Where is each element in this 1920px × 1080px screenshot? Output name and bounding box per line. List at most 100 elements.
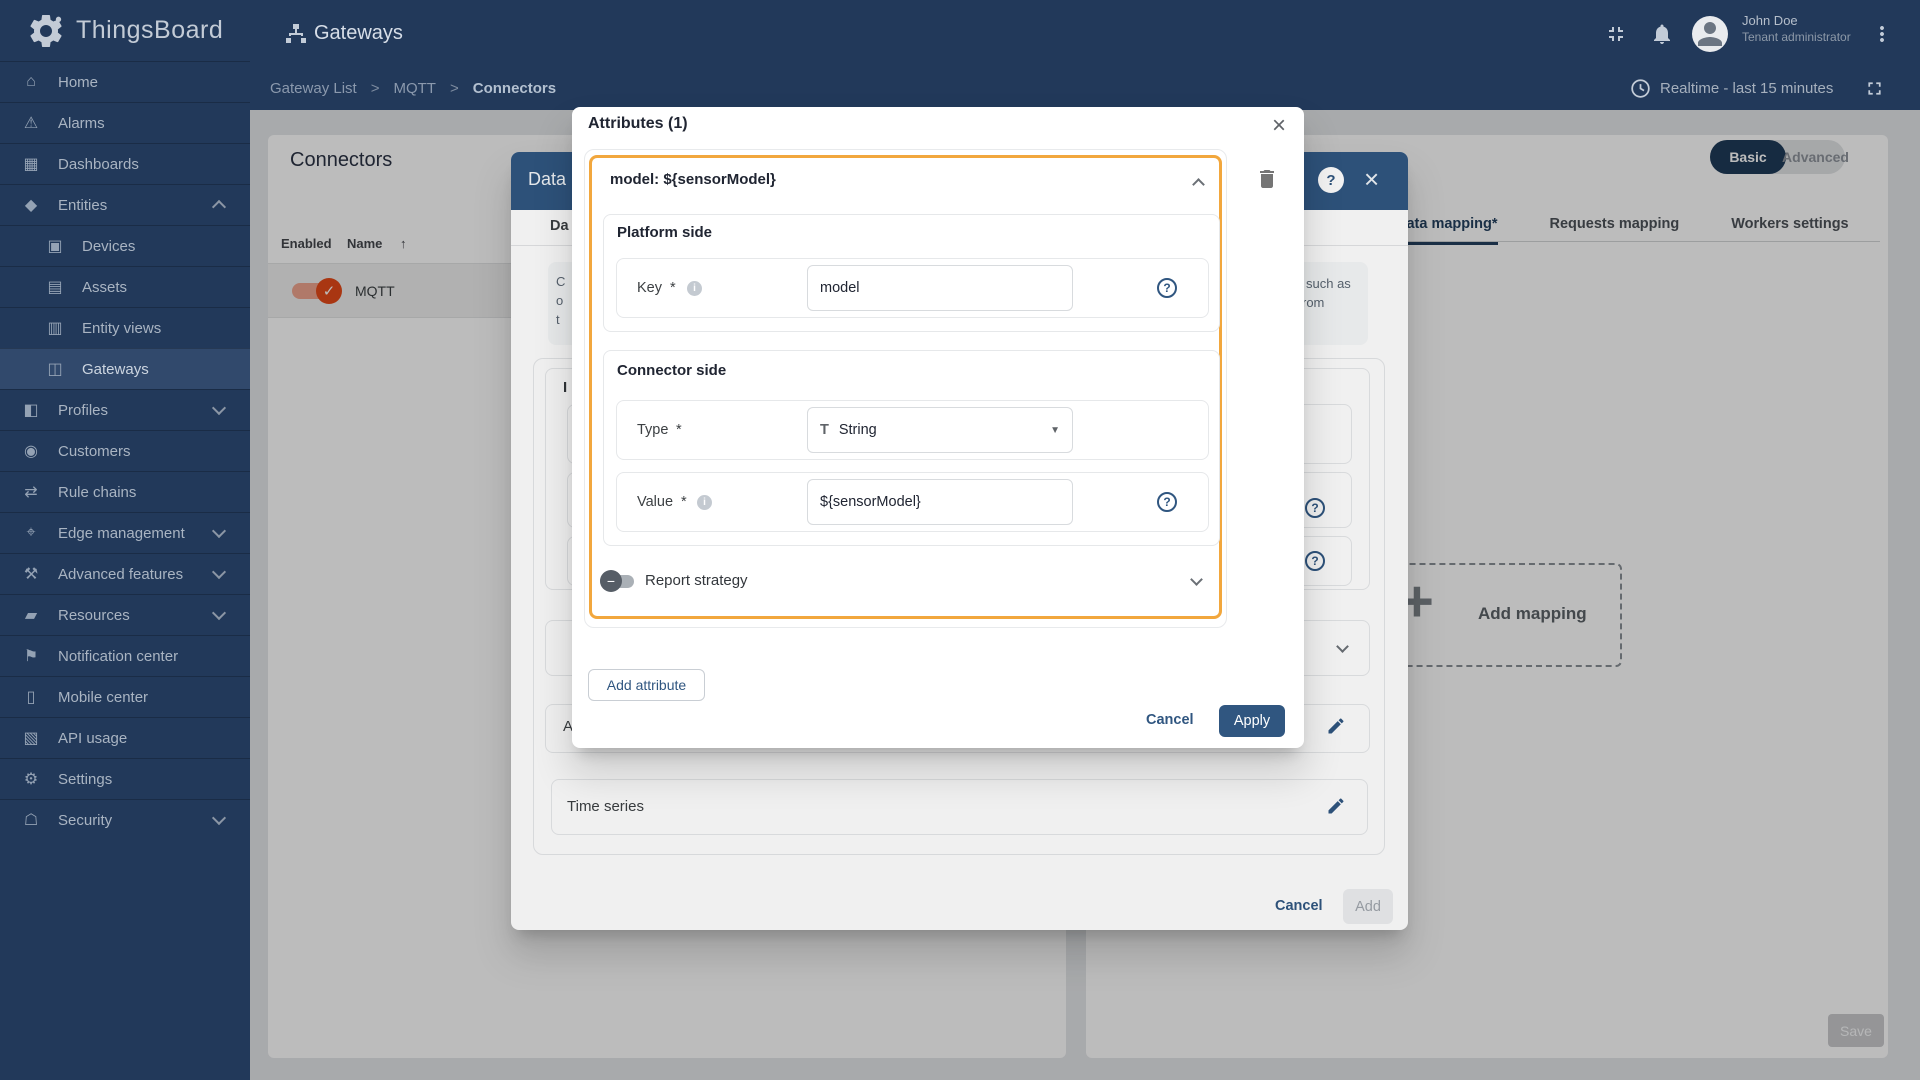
report-strategy-label: Report strategy bbox=[645, 572, 748, 589]
time-window-selector[interactable]: Realtime - last 15 minutes bbox=[1660, 80, 1833, 97]
required-asterisk: * bbox=[676, 422, 682, 438]
key-input[interactable] bbox=[807, 265, 1073, 311]
gateways-hub-icon bbox=[286, 24, 306, 43]
sidebar-item-label: Alarms bbox=[58, 114, 105, 132]
sidebar-item-label: Entities bbox=[58, 196, 108, 214]
page-title: Gateways bbox=[314, 22, 403, 44]
sidebar-item[interactable]: ▧ API usage bbox=[0, 717, 250, 758]
sidebar-item[interactable]: ◧ Profiles bbox=[0, 389, 250, 430]
sidebar-item-label: Home bbox=[58, 73, 99, 91]
sidebar-item[interactable]: ⌂ Home bbox=[0, 61, 250, 102]
apply-button[interactable]: Apply bbox=[1219, 705, 1285, 737]
sidebar-item-label: Settings bbox=[58, 770, 113, 788]
fullscreen-expand-icon[interactable] bbox=[1864, 78, 1885, 99]
delete-trash-icon[interactable] bbox=[1255, 167, 1279, 191]
sidebar-item[interactable]: ▤ Assets bbox=[0, 266, 250, 307]
add-attribute-button[interactable]: Add attribute bbox=[588, 669, 705, 701]
sidebar-item-icon: ▥ bbox=[47, 320, 63, 337]
breadcrumb-mqtt[interactable]: MQTT bbox=[393, 80, 436, 97]
required-asterisk: * bbox=[670, 280, 676, 296]
notifications-bell-icon[interactable] bbox=[1650, 22, 1674, 46]
sidebar-item[interactable]: ◆ Entities bbox=[0, 184, 250, 225]
value-input[interactable] bbox=[807, 479, 1073, 525]
attribute-panel-header[interactable]: model: ${sensorModel} bbox=[610, 171, 776, 188]
sidebar-item-icon: ⚑ bbox=[23, 648, 39, 665]
info-icon: i bbox=[697, 495, 712, 510]
sidebar-item-label: Profiles bbox=[58, 401, 109, 419]
sidebar-item-label: Devices bbox=[82, 237, 136, 255]
platform-side-title: Platform side bbox=[617, 224, 713, 241]
help-icon[interactable]: ? bbox=[1157, 492, 1177, 512]
sidebar-item-label: API usage bbox=[58, 729, 128, 747]
sidebar-item-icon: ▰ bbox=[24, 607, 38, 624]
modal-title: Attributes (1) bbox=[588, 115, 688, 132]
chevron-down-icon bbox=[211, 400, 227, 416]
dropdown-arrow-icon: ▼ bbox=[1050, 424, 1060, 436]
sidebar-item-label: Edge management bbox=[58, 524, 185, 542]
sidebar-item-icon: ▯ bbox=[26, 689, 36, 706]
sidebar-item-icon: ▦ bbox=[23, 156, 39, 173]
sidebar-item-icon: ◫ bbox=[47, 361, 63, 378]
sidebar-item[interactable]: ◫ Gateways bbox=[0, 348, 250, 389]
type-select[interactable]: T String ▼ bbox=[807, 407, 1073, 453]
help-icon[interactable]: ? bbox=[1157, 278, 1177, 298]
sidebar-item-label: Gateways bbox=[82, 360, 149, 378]
sidebar-item-label: Security bbox=[58, 811, 113, 829]
breadcrumb: Gateway List > MQTT > Connectors bbox=[270, 80, 556, 97]
sidebar-item[interactable]: ⌖ Edge management bbox=[0, 512, 250, 553]
sidebar-item[interactable]: ◉ Customers bbox=[0, 430, 250, 471]
breadcrumb-gateway-list[interactable]: Gateway List bbox=[270, 80, 357, 97]
report-strategy-toggle[interactable]: − bbox=[600, 570, 622, 592]
breadcrumb-separator: > bbox=[449, 80, 459, 97]
chevron-up-icon bbox=[211, 199, 227, 215]
chevron-down-icon bbox=[211, 810, 227, 826]
sidebar-item[interactable]: ⚒ Advanced features bbox=[0, 553, 250, 594]
sidebar-item[interactable]: ⚙ Settings bbox=[0, 758, 250, 799]
sidebar-item-label: Assets bbox=[82, 278, 128, 296]
sidebar-item-label: Notification center bbox=[58, 647, 179, 665]
chevron-down-icon bbox=[211, 605, 227, 621]
close-icon[interactable]: × bbox=[1272, 112, 1286, 140]
sidebar-item-icon: ▧ bbox=[23, 730, 39, 747]
sidebar-item-label: Advanced features bbox=[58, 565, 184, 583]
sidebar-item-icon: ☖ bbox=[23, 812, 39, 829]
sidebar-item-icon: ⚠ bbox=[23, 115, 39, 132]
sidebar-item-label: Dashboards bbox=[58, 155, 139, 173]
value-label: Value bbox=[637, 494, 674, 510]
connector-side-title: Connector side bbox=[617, 362, 727, 379]
sidebar-item-icon: ⚒ bbox=[23, 566, 39, 583]
sidebar: ThingsBoard ⌂ Home ⚠ Alarms ▦ Dashboards… bbox=[0, 0, 250, 1080]
sidebar-item-icon: ⌂ bbox=[26, 73, 36, 90]
sidebar-item[interactable]: ▰ Resources bbox=[0, 594, 250, 635]
sidebar-item[interactable]: ⚠ Alarms bbox=[0, 102, 250, 143]
cancel-button[interactable]: Cancel bbox=[1146, 712, 1194, 728]
breadcrumb-separator: > bbox=[370, 80, 380, 97]
sidebar-item-label: Resources bbox=[58, 606, 130, 624]
sidebar-item-icon: ◆ bbox=[24, 197, 38, 214]
chevron-down-icon bbox=[211, 523, 227, 539]
sidebar-item[interactable]: ▣ Devices bbox=[0, 225, 250, 266]
logo-text: ThingsBoard bbox=[76, 16, 224, 44]
thingsboard-logo-icon bbox=[30, 14, 62, 47]
sidebar-item[interactable]: ☖ Security bbox=[0, 799, 250, 840]
kebab-menu-icon[interactable] bbox=[1870, 22, 1894, 46]
breadcrumb-connectors: Connectors bbox=[472, 80, 557, 97]
type-label: Type bbox=[637, 422, 669, 438]
sidebar-item[interactable]: ▥ Entity views bbox=[0, 307, 250, 348]
sidebar-item-label: Customers bbox=[58, 442, 131, 460]
sidebar-item[interactable]: ⇄ Rule chains bbox=[0, 471, 250, 512]
sidebar-item[interactable]: ▦ Dashboards bbox=[0, 143, 250, 184]
sidebar-item-icon: ⌖ bbox=[26, 524, 36, 541]
clock-icon bbox=[1631, 79, 1650, 98]
sidebar-item-label: Mobile center bbox=[58, 688, 149, 706]
sidebar-item-label: Rule chains bbox=[58, 483, 137, 501]
collapse-icon[interactable] bbox=[1604, 22, 1628, 46]
logo[interactable]: ThingsBoard bbox=[0, 0, 250, 61]
user-avatar[interactable] bbox=[1692, 16, 1728, 52]
sidebar-item-icon: ⚙ bbox=[23, 771, 39, 788]
user-name: John Doe bbox=[1742, 13, 1798, 28]
info-icon: i bbox=[687, 281, 702, 296]
sidebar-item-icon: ◉ bbox=[24, 443, 38, 460]
sidebar-item[interactable]: ⚑ Notification center bbox=[0, 635, 250, 676]
sidebar-item[interactable]: ▯ Mobile center bbox=[0, 676, 250, 717]
